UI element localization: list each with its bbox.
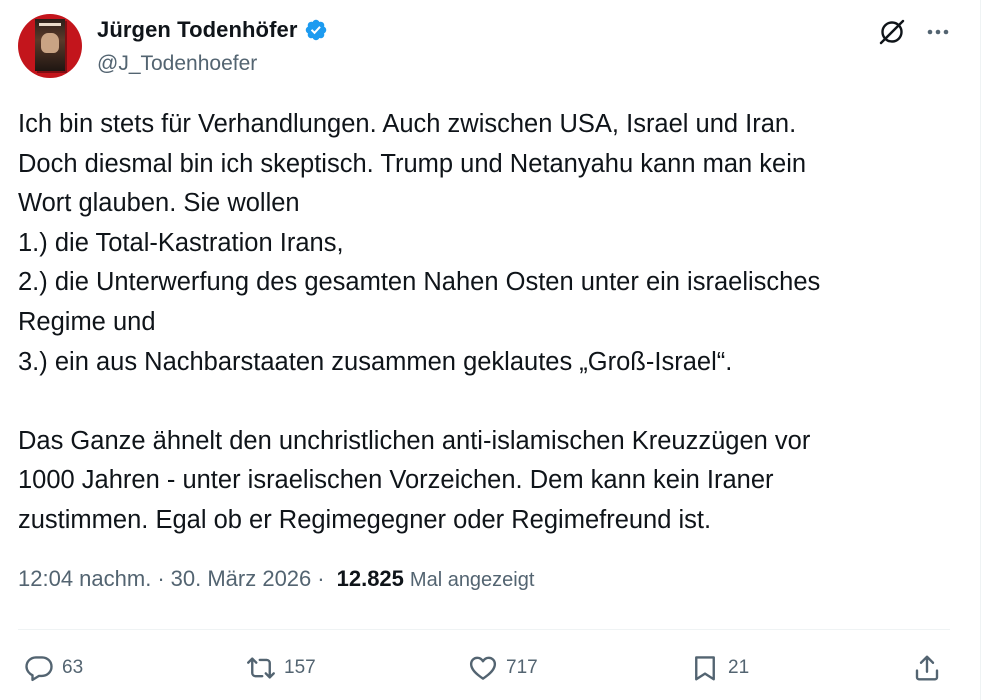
avatar[interactable] bbox=[18, 14, 82, 78]
meta-separator: · bbox=[157, 566, 165, 591]
bookmark-count: 21 bbox=[728, 657, 750, 678]
verified-badge-icon[interactable] bbox=[304, 18, 328, 42]
like-icon bbox=[469, 656, 497, 680]
tweet-time[interactable]: 12:04 nachm. bbox=[18, 566, 151, 592]
tweet-meta: 12:04 nachm. · 30. März 2026 · 12.825 Ma… bbox=[18, 566, 534, 592]
reply-icon bbox=[25, 656, 53, 682]
like-button[interactable]: 717 bbox=[468, 650, 538, 686]
grok-icon[interactable] bbox=[876, 16, 908, 48]
meta-separator: · bbox=[317, 566, 325, 591]
more-icon[interactable] bbox=[922, 16, 954, 48]
avatar-book-image bbox=[35, 19, 65, 71]
share-button[interactable] bbox=[912, 650, 942, 686]
like-count: 717 bbox=[506, 657, 538, 678]
retweet-button[interactable]: 157 bbox=[246, 650, 316, 686]
author-name-row: Jürgen Todenhöfer bbox=[97, 16, 328, 44]
tweet-date[interactable]: 30. März 2026 bbox=[171, 566, 312, 592]
bookmark-button[interactable]: 21 bbox=[690, 650, 749, 686]
share-icon bbox=[915, 655, 939, 681]
views-count: 12.825 bbox=[336, 566, 404, 591]
action-divider bbox=[18, 629, 950, 630]
author-display-name[interactable]: Jürgen Todenhöfer bbox=[97, 17, 298, 43]
reply-button[interactable]: 63 bbox=[24, 650, 83, 686]
retweet-count: 157 bbox=[284, 657, 316, 678]
author-handle[interactable]: @J_Todenhoefer bbox=[97, 52, 257, 76]
reply-count: 63 bbox=[62, 657, 84, 678]
views-label: Mal angezeigt bbox=[409, 569, 535, 591]
bookmark-icon bbox=[695, 656, 715, 681]
retweet-icon bbox=[247, 657, 275, 679]
tweet-card: Jürgen Todenhöfer @J_Todenhoefer Ich bin… bbox=[0, 0, 981, 700]
tweet-text: Ich bin stets für Verhandlungen. Auch zw… bbox=[18, 110, 821, 534]
